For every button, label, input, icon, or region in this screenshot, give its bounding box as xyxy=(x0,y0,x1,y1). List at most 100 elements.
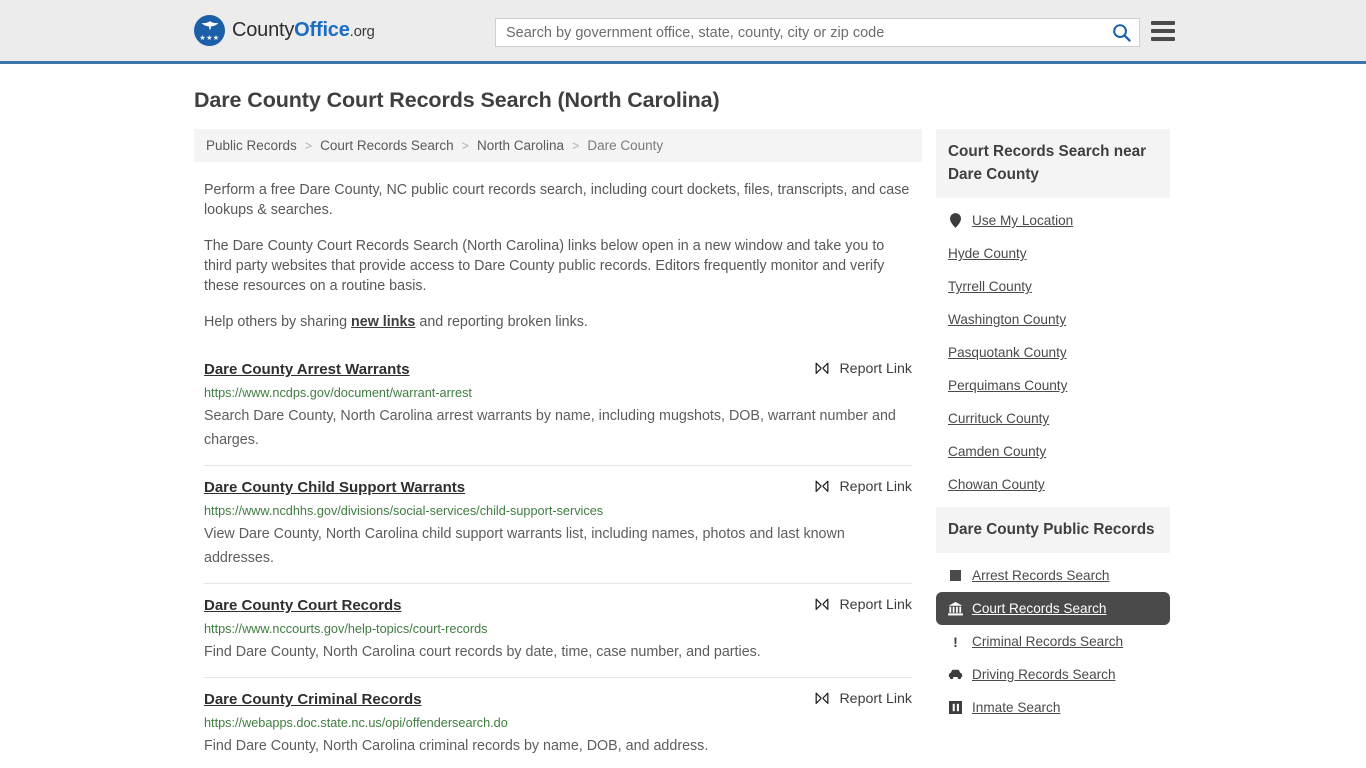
results-list: Dare County Arrest Warrants Report Link … xyxy=(194,350,922,768)
logo-text-org: .org xyxy=(349,23,375,40)
sidebar: Court Records Search near Dare County Us… xyxy=(936,129,1170,730)
sidebar-item-camden-county[interactable]: Camden County xyxy=(936,435,1170,468)
car-icon xyxy=(948,667,963,682)
sidebar-item-label: Washington County xyxy=(948,312,1067,327)
logo-text-office: Office xyxy=(294,19,350,41)
sidebar-item-arrest-records-search[interactable]: Arrest Records Search xyxy=(936,559,1170,592)
jail-icon xyxy=(948,700,963,715)
result-header: Dare County Arrest Warrants Report Link xyxy=(204,360,912,379)
result-description: Find Dare County, North Carolina court r… xyxy=(204,644,761,660)
nearby-searches-list: Use My Location Hyde County Tyrrell Coun… xyxy=(936,198,1170,501)
stars-glyph: ★★★ xyxy=(199,35,220,42)
sidebar-item-label: Tyrrell County xyxy=(948,279,1032,294)
sidebar-item-label: Criminal Records Search xyxy=(972,634,1124,649)
result-title-link[interactable]: Dare County Arrest Warrants xyxy=(204,360,410,379)
search-icon xyxy=(1112,24,1131,42)
result-title-link[interactable]: Dare County Child Support Warrants xyxy=(204,478,465,497)
public-records-panel: Dare County Public Records Arrest Record… xyxy=(936,507,1170,724)
result-title-link[interactable]: Dare County Court Records xyxy=(204,596,402,615)
intro-paragraph-3: Help others by sharing new links and rep… xyxy=(204,312,912,332)
logo-text: CountyOffice.org xyxy=(232,19,375,42)
page-body: Dare County Court Records Search (North … xyxy=(0,88,1366,768)
sidebar-item-label: Use My Location xyxy=(972,213,1074,228)
new-links-link[interactable]: new links xyxy=(351,314,415,330)
report-link-button[interactable]: Report Link xyxy=(814,690,912,707)
broken-link-icon xyxy=(816,598,829,610)
sidebar-item-label: Arrest Records Search xyxy=(972,568,1110,583)
courthouse-icon xyxy=(948,601,963,616)
map-pin-icon xyxy=(948,213,963,228)
sidebar-item-court-records-search[interactable]: Court Records Search xyxy=(936,592,1170,625)
intro-paragraph-1: Perform a free Dare County, NC public co… xyxy=(204,182,910,218)
map-pin-glyph xyxy=(950,213,961,228)
site-logo[interactable]: ★★★ CountyOffice.org xyxy=(194,15,375,46)
nearby-searches-heading: Court Records Search near Dare County xyxy=(936,129,1170,198)
result-url: https://webapps.doc.state.nc.us/opi/offe… xyxy=(204,716,508,730)
breadcrumb-item-court-records-search[interactable]: Court Records Search xyxy=(320,138,454,153)
page-title: Dare County Court Records Search (North … xyxy=(194,88,720,112)
sidebar-item-label: Camden County xyxy=(948,444,1047,459)
sidebar-item-currituck-county[interactable]: Currituck County xyxy=(936,402,1170,435)
intro-text-before-link: Help others by sharing xyxy=(204,314,352,330)
result-item: Dare County Court Records Report Link ht… xyxy=(204,583,912,677)
courthouse-glyph xyxy=(948,601,963,615)
breadcrumb-separator: > xyxy=(304,138,313,153)
report-link-label: Report Link xyxy=(839,597,912,613)
sidebar-item-label: Pasquotank County xyxy=(948,345,1067,360)
result-url: https://www.nccourts.gov/help-topics/cou… xyxy=(204,622,488,636)
intro-section: Perform a free Dare County, NC public co… xyxy=(194,180,922,332)
main-content: Public Records > Court Records Search > … xyxy=(194,129,922,768)
hamburger-menu-icon[interactable] xyxy=(1151,21,1175,41)
sidebar-item-tyrrell-county[interactable]: Tyrrell County xyxy=(936,270,1170,303)
search-bar xyxy=(495,18,1140,47)
sidebar-item-inmate-search[interactable]: Inmate Search xyxy=(936,691,1170,724)
sidebar-item-pasquotank-county[interactable]: Pasquotank County xyxy=(936,336,1170,369)
sidebar-item-perquimans-county[interactable]: Perquimans County xyxy=(936,369,1170,402)
report-link-label: Report Link xyxy=(839,479,912,495)
nearby-searches-panel: Court Records Search near Dare County Us… xyxy=(936,129,1170,501)
report-link-button[interactable]: Report Link xyxy=(814,478,912,495)
report-link-button[interactable]: Report Link xyxy=(814,596,912,613)
breadcrumb-separator: > xyxy=(461,138,469,153)
sidebar-item-use-my-location[interactable]: Use My Location xyxy=(936,204,1170,237)
result-description: View Dare County, North Carolina child s… xyxy=(204,526,845,566)
breadcrumb-separator: > xyxy=(572,138,580,153)
breadcrumb-item-north-carolina[interactable]: North Carolina xyxy=(477,138,564,153)
sidebar-item-washington-county[interactable]: Washington County xyxy=(936,303,1170,336)
breadcrumb-item-public-records[interactable]: Public Records xyxy=(206,138,297,153)
result-item: Dare County Criminal Records Report Link… xyxy=(204,677,912,768)
breadcrumb-item-dare-county: Dare County xyxy=(587,138,664,153)
logo-text-county: County xyxy=(232,19,295,41)
sidebar-item-criminal-records-search[interactable]: ! Criminal Records Search xyxy=(936,625,1170,658)
jail-glyph xyxy=(949,701,962,714)
sidebar-item-label: Perquimans County xyxy=(948,378,1068,393)
square-icon xyxy=(948,568,963,583)
sidebar-item-chowan-county[interactable]: Chowan County xyxy=(936,468,1170,501)
result-item: Dare County Arrest Warrants Report Link … xyxy=(204,350,912,465)
sidebar-item-hyde-county[interactable]: Hyde County xyxy=(936,237,1170,270)
result-title-link[interactable]: Dare County Criminal Records xyxy=(204,690,422,709)
result-description: Find Dare County, North Carolina crimina… xyxy=(204,738,709,754)
site-header: ★★★ CountyOffice.org xyxy=(0,0,1366,64)
report-link-label: Report Link xyxy=(839,361,912,377)
result-description: Search Dare County, North Carolina arres… xyxy=(204,408,896,448)
sidebar-item-label: Chowan County xyxy=(948,477,1045,492)
intro-text-after-link: and reporting broken links. xyxy=(415,314,588,330)
sidebar-item-label: Court Records Search xyxy=(972,601,1107,616)
breadcrumb: Public Records > Court Records Search > … xyxy=(194,129,922,162)
eagle-glyph xyxy=(201,21,218,30)
hamburger-bar xyxy=(1151,21,1175,25)
broken-link-icon xyxy=(816,480,829,492)
search-button[interactable] xyxy=(1103,19,1139,46)
result-header: Dare County Criminal Records Report Link xyxy=(204,690,912,709)
result-url: https://www.ncdhhs.gov/divisions/social-… xyxy=(204,504,604,518)
public-records-heading: Dare County Public Records xyxy=(936,507,1170,553)
sidebar-item-label: Currituck County xyxy=(948,411,1050,426)
report-link-button[interactable]: Report Link xyxy=(814,360,912,377)
broken-link-icon xyxy=(816,692,829,704)
search-input[interactable] xyxy=(496,19,1103,46)
broken-link-icon xyxy=(816,362,829,374)
report-link-label: Report Link xyxy=(839,691,912,707)
sidebar-item-label: Inmate Search xyxy=(972,700,1061,715)
sidebar-item-driving-records-search[interactable]: Driving Records Search xyxy=(936,658,1170,691)
